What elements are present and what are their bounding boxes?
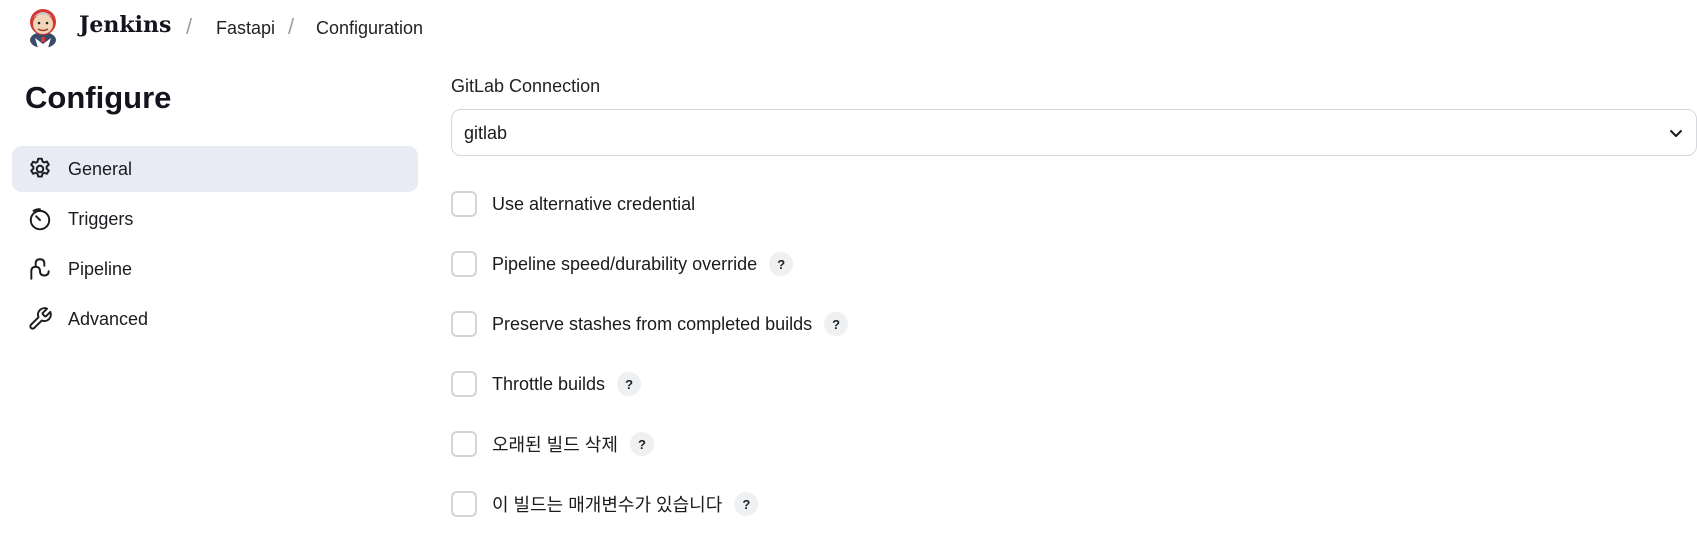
checkbox[interactable] xyxy=(451,251,477,277)
sidebar-item-pipeline[interactable]: Pipeline xyxy=(12,246,418,292)
brand-name[interactable]: Jenkins xyxy=(79,12,171,38)
breadcrumb-fastapi[interactable]: Fastapi xyxy=(216,18,275,39)
option-label[interactable]: Pipeline speed/durability override xyxy=(492,254,757,275)
gitlab-connection-label: GitLab Connection xyxy=(451,76,601,96)
help-icon[interactable]: ? xyxy=(617,372,642,396)
checkbox[interactable] xyxy=(451,491,477,517)
checkbox[interactable] xyxy=(451,311,477,337)
sidebar-item-label: Advanced xyxy=(68,308,149,329)
option-label[interactable]: Use alternative credential xyxy=(492,194,695,215)
sidebar-item-triggers[interactable]: Triggers xyxy=(12,196,418,242)
timer-icon xyxy=(27,206,53,232)
jenkins-logo[interactable] xyxy=(26,4,60,48)
gitlab-connection-value: gitlab xyxy=(464,123,508,143)
help-icon[interactable]: ? xyxy=(734,492,759,516)
breadcrumb-separator: / xyxy=(288,14,295,39)
checkbox[interactable] xyxy=(451,371,477,397)
option-build-parameterized: 이 빌드는 매개변수가 있습니다 ? xyxy=(451,489,759,519)
sidebar-item-general[interactable]: General xyxy=(12,146,418,192)
gear-icon xyxy=(27,156,53,182)
wrench-icon xyxy=(27,306,53,332)
checkbox[interactable] xyxy=(451,431,477,457)
sidebar-item-label: General xyxy=(68,158,133,179)
chevron-down-icon xyxy=(1666,123,1686,143)
option-discard-old-builds: 오래된 빌드 삭제 ? xyxy=(451,429,654,459)
top-header: Jenkins / Fastapi / Configuration xyxy=(0,0,1697,56)
help-icon[interactable]: ? xyxy=(629,432,654,456)
page-title: Configure xyxy=(25,80,172,115)
gitlab-connection-select[interactable]: gitlab xyxy=(451,109,1697,156)
breadcrumb-configuration[interactable]: Configuration xyxy=(316,18,423,39)
sidebar-item-advanced[interactable]: Advanced xyxy=(12,296,418,342)
checkbox[interactable] xyxy=(451,191,477,217)
help-icon[interactable]: ? xyxy=(824,312,849,336)
option-label[interactable]: 오래된 빌드 삭제 xyxy=(492,431,618,457)
option-label[interactable]: Preserve stashes from completed builds xyxy=(492,314,812,335)
option-use-alternative-credential: Use alternative credential xyxy=(451,189,695,219)
sidebar-item-label: Triggers xyxy=(68,208,134,229)
help-icon[interactable]: ? xyxy=(769,252,794,276)
pipeline-icon xyxy=(27,256,53,282)
option-label[interactable]: 이 빌드는 매개변수가 있습니다 xyxy=(492,491,722,517)
breadcrumb-separator: / xyxy=(186,14,193,39)
option-preserve-stashes: Preserve stashes from completed builds ? xyxy=(451,309,849,339)
option-pipeline-speed-durability-override: Pipeline speed/durability override ? xyxy=(451,249,794,279)
option-throttle-builds: Throttle builds ? xyxy=(451,369,642,399)
option-label[interactable]: Throttle builds xyxy=(492,374,605,395)
sidebar-item-label: Pipeline xyxy=(68,258,133,279)
